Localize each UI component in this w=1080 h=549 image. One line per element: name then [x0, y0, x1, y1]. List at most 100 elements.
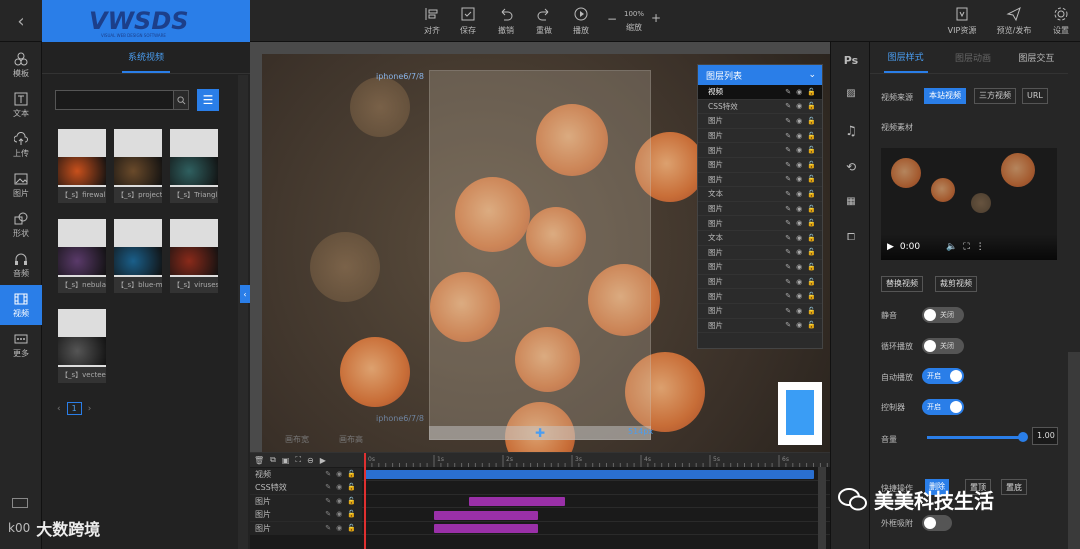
- save-button[interactable]: 保存: [453, 6, 483, 36]
- prev-page-button[interactable]: ‹: [57, 404, 61, 414]
- volume-slider[interactable]: [927, 436, 1023, 439]
- video-thumbnail[interactable]: 【_s】blue-m: [114, 219, 162, 293]
- video-thumbnail[interactable]: 【_s】firewal: [58, 129, 106, 203]
- eye-icon[interactable]: ◉: [796, 278, 802, 286]
- layer-row[interactable]: 文本 ✎ ◉ 🔓: [698, 231, 822, 246]
- more-vertical-icon[interactable]: ⋮: [976, 242, 985, 252]
- layer-row[interactable]: 图片 ✎ ◉ 🔓: [698, 260, 822, 275]
- edit-icon[interactable]: ✎: [785, 292, 791, 300]
- lock-icon[interactable]: 🔓: [347, 481, 356, 494]
- phone-preview-thumbnail[interactable]: [778, 382, 822, 445]
- track-label[interactable]: 视频 ✎ ◉ 🔓: [250, 467, 362, 481]
- back-arrow-icon[interactable]: ‹: [0, 0, 42, 42]
- volume-slider-handle[interactable]: [1018, 432, 1028, 442]
- lock-icon[interactable]: 🔓: [807, 263, 816, 271]
- play-button[interactable]: 播放: [566, 6, 596, 36]
- eye-icon[interactable]: ◉: [796, 88, 802, 96]
- playhead[interactable]: [364, 453, 366, 549]
- nav-item-images[interactable]: 图片: [0, 165, 42, 205]
- copy-icon[interactable]: ⧉: [270, 455, 276, 465]
- eye-icon[interactable]: ◉: [796, 117, 802, 125]
- keyboard-icon[interactable]: [12, 498, 28, 508]
- source-url[interactable]: URL: [1022, 88, 1048, 104]
- edit-icon[interactable]: ✎: [785, 321, 791, 329]
- lock-icon[interactable]: 🔓: [807, 307, 816, 315]
- lock-icon[interactable]: 🔓: [807, 146, 816, 154]
- track-label[interactable]: CSS特效 ✎ ◉ 🔓: [250, 481, 362, 494]
- eye-icon[interactable]: ◉: [796, 205, 802, 213]
- delete-icon[interactable]: 🗑: [254, 456, 264, 465]
- eye-icon[interactable]: ◉: [796, 248, 802, 256]
- controls-toggle[interactable]: 开启: [922, 399, 964, 415]
- lock-icon[interactable]: 🔓: [807, 234, 816, 242]
- lock-icon[interactable]: 🔓: [807, 161, 816, 169]
- eye-icon[interactable]: ◉: [796, 175, 802, 183]
- lock-icon[interactable]: 🔓: [807, 175, 816, 183]
- mute-toggle[interactable]: 关闭: [922, 307, 964, 323]
- volume-icon[interactable]: 🔈: [946, 242, 957, 252]
- lock-icon[interactable]: 🔓: [807, 292, 816, 300]
- undo-button[interactable]: 撤销: [491, 6, 521, 36]
- nav-item-templates[interactable]: 模板: [0, 45, 42, 85]
- timeline-clip[interactable]: [468, 497, 566, 506]
- pattern-icon[interactable]: ▨: [843, 88, 859, 104]
- music-icon[interactable]: ♫: [843, 124, 859, 140]
- video-thumbnail[interactable]: 【_s】nebula: [58, 219, 106, 293]
- lock-icon[interactable]: 🔓: [807, 248, 816, 256]
- next-page-button[interactable]: ›: [88, 404, 92, 414]
- properties-scrollbar[interactable]: [1068, 352, 1080, 549]
- layer-row[interactable]: 图片 ✎ ◉ 🔓: [698, 202, 822, 217]
- layer-row[interactable]: 文本 ✎ ◉ 🔓: [698, 187, 822, 202]
- layer-row[interactable]: 图片 ✎ ◉ 🔓: [698, 129, 822, 144]
- eye-icon[interactable]: ◉: [796, 161, 802, 169]
- fullscreen-icon[interactable]: ⛶: [963, 242, 969, 252]
- edit-icon[interactable]: ✎: [785, 248, 791, 256]
- lock-icon[interactable]: 🔓: [807, 278, 816, 286]
- layer-row[interactable]: 视频 ✎ ◉ 🔓: [698, 85, 822, 100]
- layer-row[interactable]: CSS特效 ✎ ◉ 🔓: [698, 100, 822, 115]
- tab-layer-interaction[interactable]: 图层交互: [1018, 51, 1054, 64]
- nav-item-audio[interactable]: 音频: [0, 245, 42, 285]
- minus-circle-icon[interactable]: ⊖: [307, 456, 314, 465]
- edit-icon[interactable]: ✎: [785, 161, 791, 169]
- timeline-clip[interactable]: [365, 470, 814, 479]
- layer-row[interactable]: 图片 ✎ ◉ 🔓: [698, 246, 822, 261]
- lock-icon[interactable]: 🔓: [347, 468, 356, 481]
- timeline-clip[interactable]: [434, 510, 538, 520]
- eye-icon[interactable]: ◉: [796, 132, 802, 140]
- timeline-play-icon[interactable]: ▶: [320, 456, 326, 465]
- tab-system-videos[interactable]: 系统视频: [42, 42, 250, 74]
- crop-image-icon[interactable]: ⧠: [843, 232, 859, 248]
- edit-icon[interactable]: ✎: [785, 190, 791, 198]
- edit-icon[interactable]: ✎: [325, 481, 331, 494]
- edit-icon[interactable]: ✎: [785, 234, 791, 242]
- layer-row[interactable]: 图片 ✎ ◉ 🔓: [698, 216, 822, 231]
- track-label[interactable]: 图片 ✎ ◉ 🔓: [250, 521, 362, 535]
- zoom-out-button[interactable]: −: [607, 12, 617, 26]
- eye-icon[interactable]: ◉: [796, 321, 802, 329]
- volume-input[interactable]: 1.00: [1032, 427, 1058, 445]
- layer-row[interactable]: 图片 ✎ ◉ 🔓: [698, 158, 822, 173]
- search-button[interactable]: [173, 90, 189, 110]
- grid-icon[interactable]: ▦: [843, 196, 859, 212]
- edit-icon[interactable]: ✎: [785, 117, 791, 125]
- publish-button[interactable]: 预览/发布: [993, 6, 1035, 36]
- edit-icon[interactable]: ✎: [785, 219, 791, 227]
- page-number[interactable]: 1: [66, 402, 82, 415]
- redo-button[interactable]: 重做: [529, 6, 559, 36]
- eye-icon[interactable]: ◉: [336, 522, 342, 535]
- assets-scrollbar[interactable]: [238, 75, 248, 549]
- eye-icon[interactable]: ◉: [796, 263, 802, 271]
- collapse-panel-button[interactable]: ‹: [240, 285, 250, 303]
- paste-icon[interactable]: ▣: [282, 456, 290, 465]
- video-thumbnail[interactable]: 【_s】Triangl: [170, 129, 218, 203]
- eye-icon[interactable]: ◉: [796, 190, 802, 198]
- eye-icon[interactable]: ◉: [796, 292, 802, 300]
- layer-row[interactable]: 图片 ✎ ◉ 🔓: [698, 143, 822, 158]
- history-icon[interactable]: ⟲: [843, 160, 859, 176]
- edit-icon[interactable]: ✎: [325, 508, 331, 521]
- list-view-button[interactable]: ☰: [197, 89, 219, 111]
- lock-icon[interactable]: 🔓: [807, 102, 816, 110]
- edit-icon[interactable]: ✎: [785, 205, 791, 213]
- lock-icon[interactable]: 🔓: [807, 321, 816, 329]
